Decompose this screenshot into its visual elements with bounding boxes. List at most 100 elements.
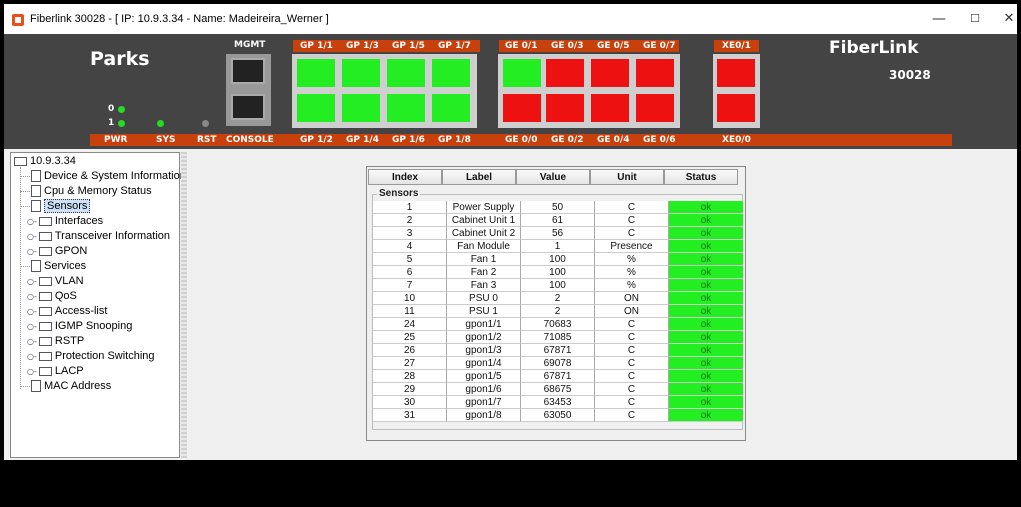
tree-item[interactable]: ○- LACP [27, 364, 84, 378]
ge-port[interactable] [503, 59, 541, 87]
gpon-port[interactable] [342, 59, 380, 87]
expand-handle-icon[interactable]: ○- [27, 277, 37, 286]
cell-unit: C [595, 214, 669, 227]
split-pane-divider[interactable] [181, 152, 187, 458]
tree-item-label: IGMP Snooping [54, 320, 133, 332]
gp-label: GP 1/8 [438, 135, 471, 145]
tree-item[interactable]: ○- Transceiver Information [27, 229, 170, 243]
tree-item[interactable]: MAC Address [20, 379, 111, 393]
xe-port[interactable] [717, 94, 755, 122]
tree-connector [20, 206, 30, 207]
cell-status: ok [669, 240, 743, 253]
gpon-port[interactable] [387, 59, 425, 87]
cell-label: gpon1/8 [447, 409, 521, 422]
mgmt-port[interactable] [231, 58, 265, 84]
tree-item[interactable]: ○- Interfaces [27, 214, 103, 228]
ge-port[interactable] [546, 59, 584, 87]
cell-unit: % [595, 253, 669, 266]
cell-value: 67871 [521, 370, 595, 383]
ge-port[interactable] [636, 59, 674, 87]
ge-port[interactable] [636, 94, 674, 122]
cell-index: 11 [373, 305, 447, 318]
tree-item-label: Cpu & Memory Status [44, 185, 152, 197]
cell-unit: C [595, 201, 669, 214]
cell-index: 26 [373, 344, 447, 357]
xe-label: XE0/0 [722, 135, 751, 145]
expand-handle-icon[interactable]: ○- [27, 217, 37, 226]
maximize-button[interactable]: ☐ [965, 10, 985, 28]
folder-icon [38, 216, 52, 226]
cell-status: ok [669, 370, 743, 383]
title-bar[interactable]: Fiberlink 30028 - [ IP: 10.9.3.34 - Name… [4, 4, 1017, 34]
tree-item-label: Services [44, 260, 87, 272]
cell-unit: C [595, 331, 669, 344]
tree-item[interactable]: ○- GPON [27, 244, 87, 258]
tree-item[interactable]: ○- Protection Switching [27, 349, 155, 363]
expand-handle-icon[interactable]: ○- [27, 367, 37, 376]
minimize-button[interactable]: — [929, 10, 949, 28]
xe-port[interactable] [717, 59, 755, 87]
cell-unit: ON [595, 292, 669, 305]
column-header-value[interactable]: Value [516, 169, 590, 185]
column-header-unit[interactable]: Unit [590, 169, 664, 185]
app-icon [12, 14, 24, 26]
cell-value: 1 [521, 240, 595, 253]
tree-item-label: LACP [54, 365, 84, 377]
tree-item-label: Transceiver Information [54, 230, 171, 242]
expand-handle-icon[interactable]: ○- [27, 307, 37, 316]
gpon-port[interactable] [432, 94, 470, 122]
expand-handle-icon[interactable]: ○- [27, 337, 37, 346]
gpon-port[interactable] [342, 94, 380, 122]
tree-root[interactable]: 10.9.3.34 [14, 154, 76, 168]
sensors-table-panel: Index Label Value Unit Status Sensors 1P… [366, 166, 746, 441]
folder-icon [38, 351, 52, 361]
cell-unit: C [595, 383, 669, 396]
expand-handle-icon[interactable]: ○- [27, 352, 37, 361]
column-header-status[interactable]: Status [664, 169, 738, 185]
close-button[interactable]: ✕ [1001, 10, 1017, 28]
cell-value: 71085 [521, 331, 595, 344]
column-header-index[interactable]: Index [368, 169, 442, 185]
cell-unit: C [595, 409, 669, 422]
expand-handle-icon[interactable]: ○- [27, 322, 37, 331]
gpon-port[interactable] [432, 59, 470, 87]
cell-unit: % [595, 279, 669, 292]
ge-port[interactable] [546, 94, 584, 122]
expand-handle-icon[interactable]: ○- [27, 292, 37, 301]
gp-label: GP 1/5 [392, 41, 425, 51]
ge-port[interactable] [503, 94, 541, 122]
cell-label: Fan Module [447, 240, 521, 253]
folder-icon [38, 321, 52, 331]
cell-value: 63453 [521, 396, 595, 409]
tree-item[interactable]: ○- Access-list [27, 304, 107, 318]
cell-index: 27 [373, 357, 447, 370]
ge-port[interactable] [591, 59, 629, 87]
cell-status: ok [669, 253, 743, 266]
gpon-port[interactable] [297, 59, 335, 87]
console-port[interactable] [231, 94, 265, 120]
ge-port[interactable] [591, 94, 629, 122]
expand-handle-icon[interactable]: ○- [27, 247, 37, 256]
tree-item[interactable]: ○- IGMP Snooping [27, 319, 132, 333]
tree-connector [20, 176, 30, 177]
tree-item[interactable]: Services [20, 259, 87, 273]
tree-item[interactable]: ○- VLAN [27, 274, 84, 288]
tree-item[interactable]: Sensors [20, 199, 91, 213]
tree-item-label: Protection Switching [54, 350, 155, 362]
tree-item[interactable]: Cpu & Memory Status [20, 184, 152, 198]
tree-item[interactable]: ○- QoS [27, 289, 77, 303]
console-label: CONSOLE [226, 135, 274, 145]
tree-item[interactable]: Device & System Information [20, 169, 186, 183]
expand-handle-icon[interactable]: ○- [27, 232, 37, 241]
cell-status: ok [669, 396, 743, 409]
tree-item-label: RSTP [54, 335, 85, 347]
led-0 [118, 106, 125, 113]
cell-unit: % [595, 266, 669, 279]
rst-led [202, 120, 209, 127]
gpon-port[interactable] [297, 94, 335, 122]
gpon-port[interactable] [387, 94, 425, 122]
cell-status: ok [669, 344, 743, 357]
tree-item[interactable]: ○- RSTP [27, 334, 84, 348]
column-header-label[interactable]: Label [442, 169, 516, 185]
cell-value: 56 [521, 227, 595, 240]
